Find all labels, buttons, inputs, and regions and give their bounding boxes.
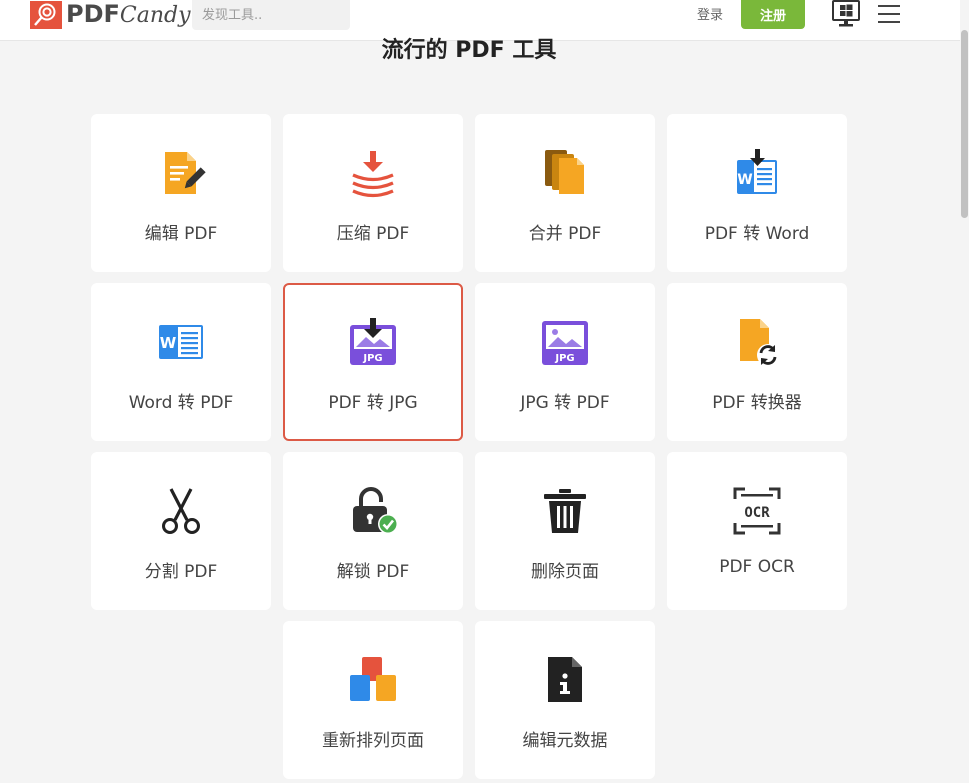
word-icon: W	[159, 325, 203, 359]
tool-label: 删除页面	[531, 562, 599, 582]
svg-text:JPG: JPG	[362, 353, 382, 364]
tool-card-edit-pdf[interactable]: 编辑 PDF	[91, 114, 271, 272]
tool-label: 重新排列页面	[322, 731, 424, 751]
tool-label: 解锁 PDF	[336, 562, 410, 582]
lollipop-logo-icon	[30, 1, 62, 29]
tool-card-word-to-pdf[interactable]: W Word 转 PDF	[91, 283, 271, 441]
hamburger-menu-icon[interactable]	[877, 3, 901, 25]
unlock-icon	[353, 487, 398, 534]
windows-desktop-icon[interactable]	[831, 0, 861, 28]
pdfcandy-logo[interactable]: PDFCandy	[30, 0, 191, 30]
tool-card-jpg-to-pdf[interactable]: JPG JPG 转 PDF	[475, 283, 655, 441]
svg-text:JPG: JPG	[554, 353, 574, 364]
page-title: 流行的 PDF 工具	[381, 38, 557, 63]
tool-card-edit-metadata[interactable]: 编辑元数据	[475, 621, 655, 779]
tool-card-unlock-pdf[interactable]: 解锁 PDF	[283, 452, 463, 610]
scrollbar-thumb[interactable]	[961, 30, 968, 218]
edit-pdf-icon	[165, 152, 206, 194]
jpg-icon: JPG	[542, 321, 588, 365]
tool-card-pdf-ocr[interactable]: OCR PDF OCR	[667, 452, 847, 610]
tool-card-pdf-to-jpg[interactable]: JPG PDF 转 JPG	[283, 283, 463, 441]
logo-text-pdf: PDF	[66, 0, 120, 28]
tool-card-pdf-to-word[interactable]: W PDF 转 Word	[667, 114, 847, 272]
metadata-info-icon	[548, 657, 582, 702]
tool-label: 分割 PDF	[144, 562, 218, 582]
logo-wordmark: PDFCandy	[66, 0, 191, 30]
register-button[interactable]: 注册	[741, 0, 805, 29]
tool-card-merge-pdf[interactable]: 合并 PDF	[475, 114, 655, 272]
tool-label: PDF 转 Word	[704, 224, 810, 244]
tool-label: PDF 转换器	[712, 393, 802, 413]
tool-card-split-pdf[interactable]: 分割 PDF	[91, 452, 271, 610]
pdf-to-jpg-icon: JPG	[350, 318, 396, 365]
logo-text-candy: Candy	[119, 3, 191, 28]
pdf-converter-icon	[740, 319, 779, 366]
tool-label: 编辑 PDF	[144, 224, 218, 244]
tool-label: PDF OCR	[719, 557, 795, 577]
tool-label: 编辑元数据	[522, 731, 608, 751]
scissors-icon	[162, 488, 200, 534]
compress-pdf-icon	[352, 151, 394, 198]
tool-card-pdf-converter[interactable]: PDF 转换器	[667, 283, 847, 441]
pdf-to-word-icon: W	[737, 149, 777, 194]
trash-icon	[544, 489, 586, 533]
search-input[interactable]	[192, 0, 350, 30]
svg-text:OCR: OCR	[744, 505, 770, 521]
login-link[interactable]: 登录	[697, 4, 723, 23]
tool-label: Word 转 PDF	[128, 393, 234, 413]
svg-text:W: W	[160, 334, 177, 352]
tool-label: PDF 转 JPG	[328, 393, 418, 413]
ocr-icon: OCR	[733, 487, 781, 535]
page-scrollbar[interactable]	[960, 0, 969, 783]
tools-grid: 编辑 PDF 压缩 PDF 合并 PDF W PDF 转 Word W Word…	[91, 114, 851, 779]
rearrange-pages-icon	[350, 657, 396, 701]
tool-label: 压缩 PDF	[336, 224, 410, 244]
svg-text:W: W	[737, 172, 752, 188]
tool-card-rearrange-pages[interactable]: 重新排列页面	[283, 621, 463, 779]
merge-pdf-icon	[545, 150, 584, 194]
tool-label: JPG 转 PDF	[520, 393, 610, 413]
tool-card-compress-pdf[interactable]: 压缩 PDF	[283, 114, 463, 272]
tool-card-delete-pages[interactable]: 删除页面	[475, 452, 655, 610]
tool-label: 合并 PDF	[528, 224, 602, 244]
